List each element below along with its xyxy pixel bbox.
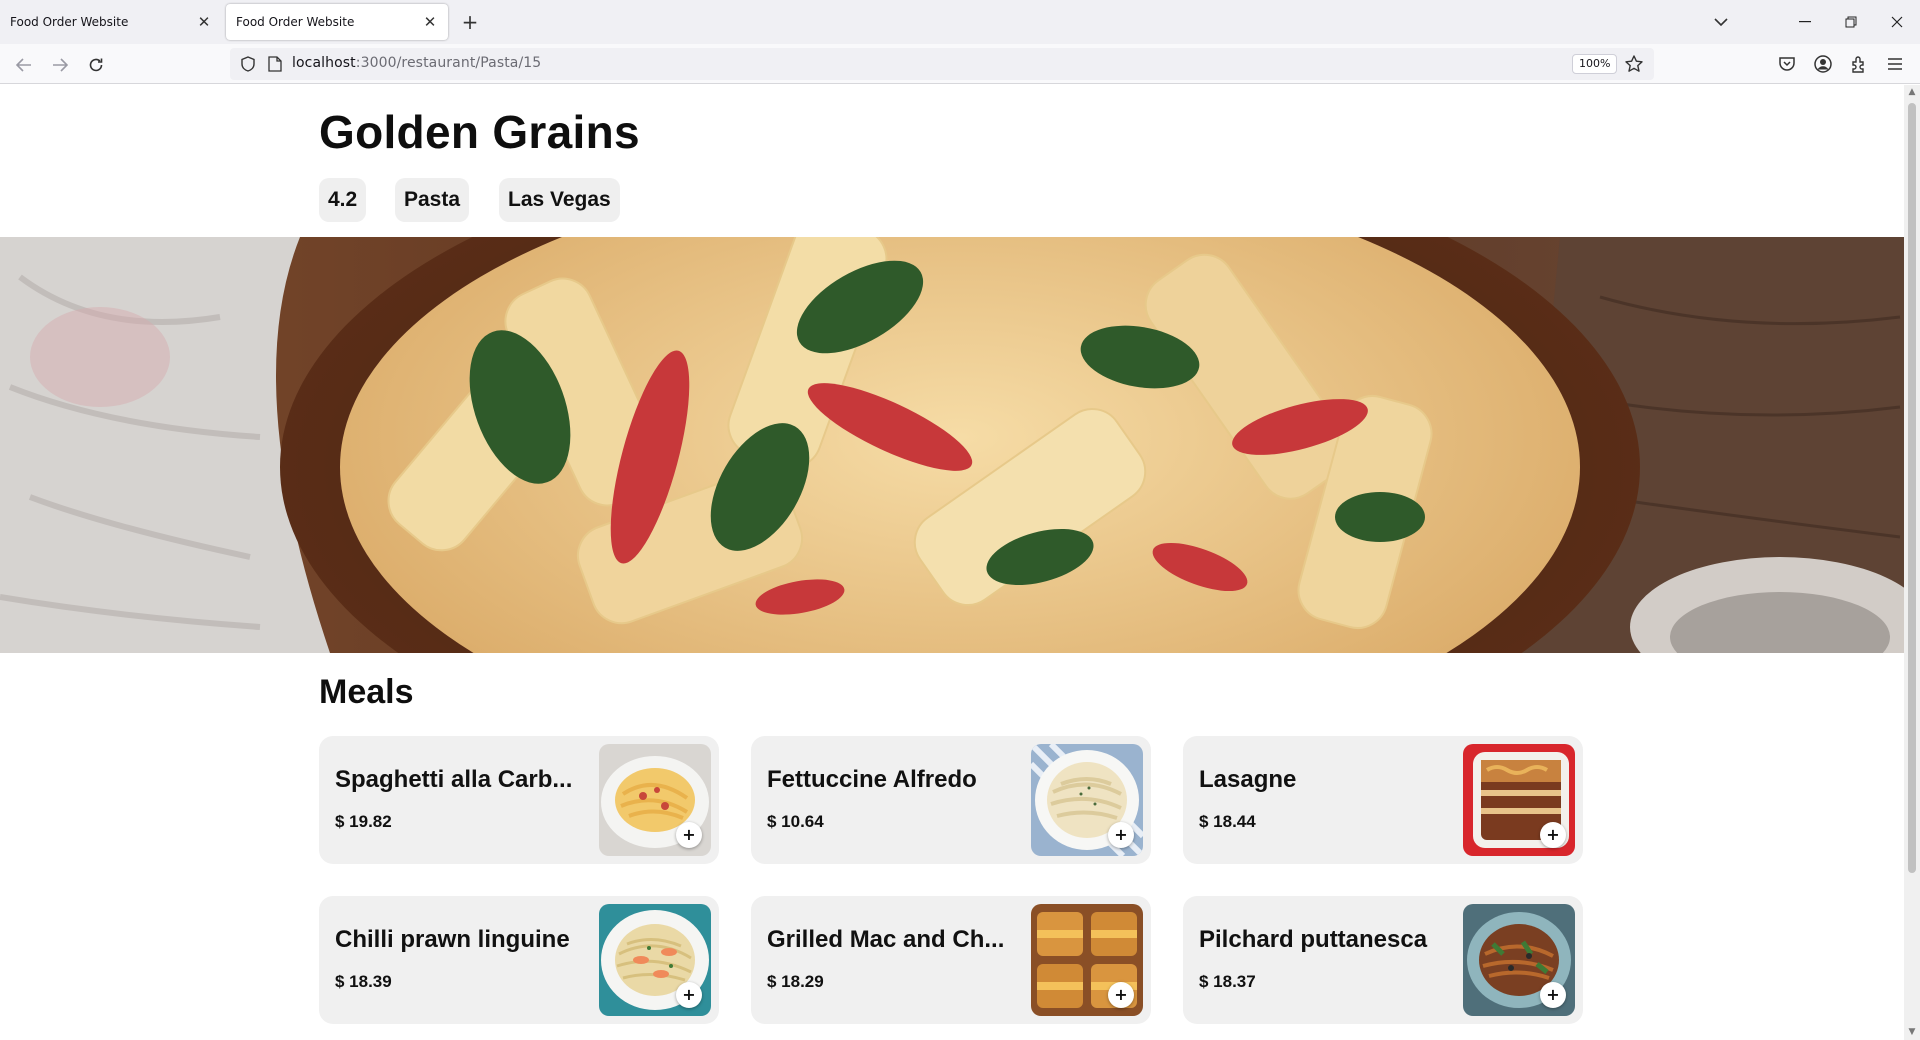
shield-icon[interactable] (240, 56, 256, 72)
minimize-icon[interactable] (1790, 8, 1820, 36)
meal-price: $ 18.44 (1199, 812, 1256, 831)
tab-title: Food Order Website (10, 15, 129, 29)
menu-icon[interactable] (1885, 54, 1905, 74)
close-icon[interactable]: ✕ (196, 13, 212, 31)
url-text[interactable]: localhost:3000/restaurant/Pasta/15 (292, 55, 541, 71)
page-scrollbar[interactable]: ▲ ▼ (1904, 85, 1920, 1040)
url-host: localhost (292, 55, 356, 71)
extensions-icon[interactable] (1849, 54, 1869, 74)
close-window-icon[interactable] (1882, 8, 1912, 36)
restaurant-name: Golden Grains (319, 106, 640, 158)
scroll-down-icon[interactable]: ▼ (1907, 1027, 1917, 1037)
address-bar[interactable]: localhost:3000/restaurant/Pasta/15 100% (230, 48, 1654, 80)
meal-name: Spaghetti alla Carb... (335, 766, 573, 793)
meal-name: Grilled Mac and Ch... (767, 926, 1005, 953)
zoom-badge[interactable]: 100% (1572, 54, 1618, 74)
account-icon[interactable] (1813, 54, 1833, 74)
meal-card[interactable]: Grilled Mac and Ch... $ 18.29 + (751, 896, 1151, 1024)
back-icon[interactable] (10, 52, 38, 78)
meals-heading: Meals (319, 673, 414, 711)
meal-name: Chilli prawn linguine (335, 926, 570, 953)
tab-food-order-1[interactable]: Food Order Website ✕ (0, 4, 222, 40)
add-to-cart-button[interactable]: + (676, 982, 702, 1008)
browser-window: Food Order Website ✕ Food Order Website … (0, 0, 1920, 1040)
meal-card[interactable]: Spaghetti alla Carb... $ 19.82 + (319, 736, 719, 864)
scroll-up-icon[interactable]: ▲ (1907, 87, 1917, 97)
page-icon (268, 56, 282, 72)
meal-price: $ 10.64 (767, 812, 824, 831)
reload-icon[interactable] (82, 52, 110, 78)
pasta-bowl-illustration (0, 237, 1904, 653)
add-to-cart-button[interactable]: + (1108, 822, 1134, 848)
star-icon[interactable] (1624, 54, 1644, 74)
meal-name: Pilchard puttanesca (1199, 926, 1428, 953)
navigation-bar: localhost:3000/restaurant/Pasta/15 100% (0, 44, 1920, 84)
meal-price: $ 19.82 (335, 812, 392, 831)
forward-icon[interactable] (46, 52, 74, 78)
hero-image (0, 237, 1904, 653)
meal-card[interactable]: Pilchard puttanesca $ 18.37 + (1183, 896, 1583, 1024)
restore-icon[interactable] (1836, 8, 1866, 36)
meal-card[interactable]: Lasagne $ 18.44 + (1183, 736, 1583, 864)
add-to-cart-button[interactable]: + (1108, 982, 1134, 1008)
chevron-down-icon[interactable] (1710, 11, 1732, 33)
meal-name: Lasagne (1199, 766, 1297, 793)
page-content: Golden Grains 4.2 Pasta Las Vegas Meals … (0, 85, 1904, 1040)
tab-food-order-2[interactable]: Food Order Website ✕ (226, 4, 448, 40)
meal-card[interactable]: Fettuccine Alfredo $ 10.64 + (751, 736, 1151, 864)
add-to-cart-button[interactable]: + (1540, 982, 1566, 1008)
meal-price: $ 18.29 (767, 972, 824, 991)
pocket-icon[interactable] (1777, 54, 1797, 74)
add-to-cart-button[interactable]: + (1540, 822, 1566, 848)
meal-price: $ 18.39 (335, 972, 392, 991)
scroll-thumb[interactable] (1908, 103, 1916, 873)
meal-name: Fettuccine Alfredo (767, 766, 977, 793)
cuisine-badge: Pasta (395, 178, 470, 222)
tab-title: Food Order Website (236, 15, 355, 29)
url-path: :3000/restaurant/Pasta/15 (355, 55, 542, 71)
meal-price: $ 18.37 (1199, 972, 1256, 991)
close-icon[interactable]: ✕ (422, 13, 438, 31)
meal-card[interactable]: Chilli prawn linguine $ 18.39 + (319, 896, 719, 1024)
add-to-cart-button[interactable]: + (676, 822, 702, 848)
new-tab-icon[interactable]: + (458, 10, 482, 34)
rating-badge: 4.2 (319, 178, 367, 222)
tab-bar: Food Order Website ✕ Food Order Website … (0, 0, 1920, 44)
city-badge: Las Vegas (499, 178, 620, 222)
